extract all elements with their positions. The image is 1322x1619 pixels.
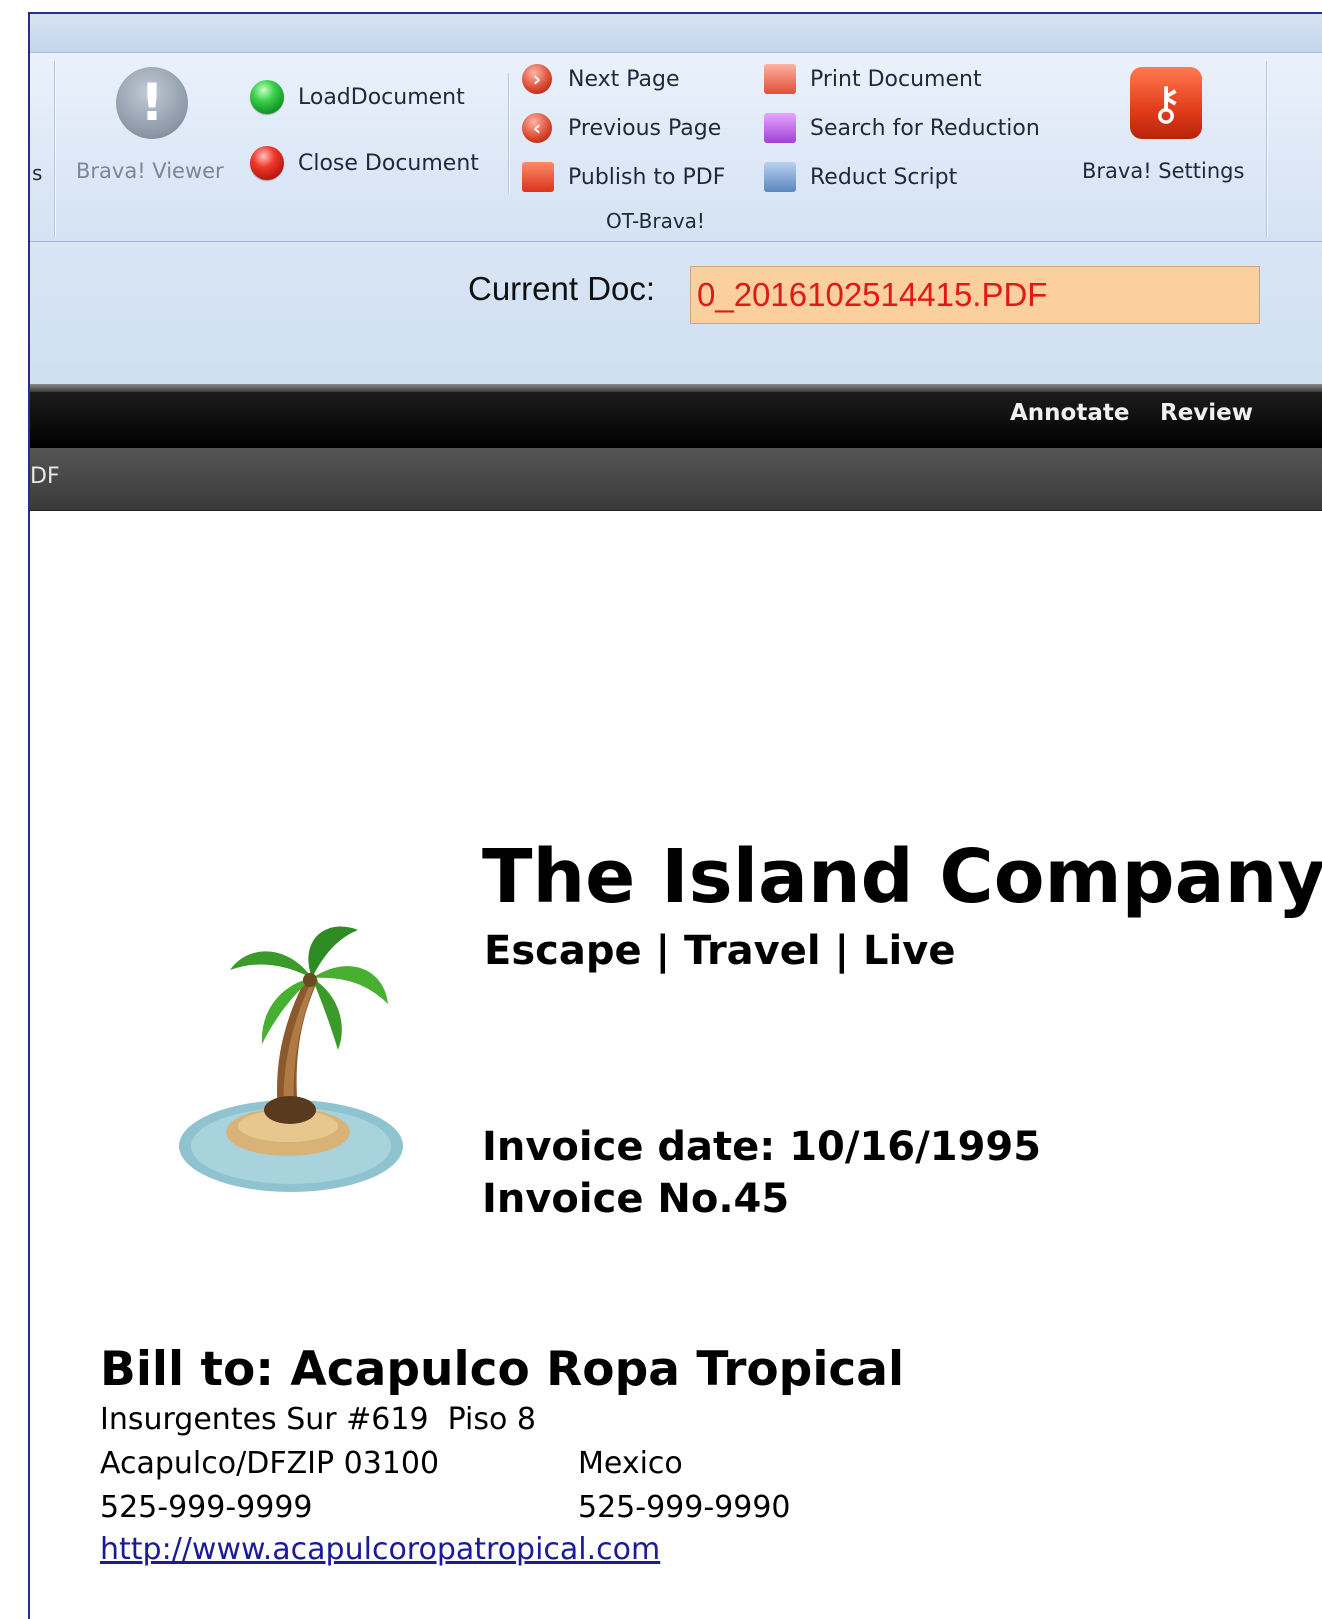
previous-page-button[interactable]: ‹ Previous Page (520, 110, 721, 146)
invoice-date: Invoice date: 10/16/1995 (482, 1124, 1042, 1170)
brava-settings-button[interactable]: Brava! Settings (1082, 159, 1244, 183)
print-document-label: Print Document (810, 66, 982, 92)
menu-review[interactable]: Review (1160, 400, 1253, 426)
current-doc-field[interactable]: 0_2016102514415.PDF (690, 266, 1260, 324)
search-for-reduction-button[interactable]: Search for Reduction (762, 110, 1040, 146)
load-document-button[interactable]: LoadDocument (250, 79, 465, 115)
search-for-reduction-label: Search for Reduction (810, 115, 1040, 141)
bill-to-heading: Bill to: Acapulco Ropa Tropical (100, 1342, 905, 1397)
close-document-button[interactable]: Close Document (250, 145, 479, 181)
previous-page-label: Previous Page (568, 115, 722, 141)
script-icon (762, 160, 796, 194)
next-page-button[interactable]: › Next Page (520, 61, 680, 97)
reduct-script-label: Reduct Script (810, 164, 958, 190)
address-line-2: Acapulco/DFZIP 03100 (100, 1446, 440, 1481)
exclamation-icon[interactable]: ! (116, 67, 188, 139)
viewer-tab-bar (30, 448, 1322, 511)
palm-tree-island-logo (179, 926, 403, 1192)
publish-to-pdf-label: Publish to PDF (568, 164, 726, 190)
ribbon-left-edge-text: s (32, 161, 43, 185)
close-document-label: Close Document (298, 150, 479, 176)
search-reduction-icon (762, 111, 796, 145)
ribbon: s ! Brava! Viewer LoadDocument Close Doc… (30, 53, 1322, 242)
print-icon (762, 62, 796, 96)
arrow-right-icon: › (520, 62, 554, 96)
ribbon-tab-strip (30, 14, 1322, 53)
document-tab[interactable]: DF (30, 464, 60, 489)
invoice-number: Invoice No.45 (482, 1176, 790, 1222)
menu-annotate[interactable]: Annotate (1010, 400, 1129, 426)
ribbon-separator (1266, 61, 1267, 237)
load-document-label: LoadDocument (298, 84, 465, 110)
next-page-label: Next Page (568, 66, 680, 92)
address-country: Mexico (578, 1446, 683, 1481)
print-document-button[interactable]: Print Document (762, 61, 982, 97)
publish-to-pdf-button[interactable]: Publish to PDF (520, 159, 725, 195)
red-ball-icon (250, 146, 284, 180)
ribbon-separator (54, 61, 55, 237)
reduct-script-button[interactable]: Reduct Script (762, 159, 957, 195)
address-line-1: Insurgentes Sur #619 Piso 8 (100, 1402, 536, 1437)
brava-viewer-button[interactable]: Brava! Viewer (76, 159, 224, 183)
company-tagline: Escape | Travel | Live (484, 928, 956, 974)
current-doc-label: Current Doc: (468, 270, 656, 307)
ribbon-separator (508, 73, 509, 193)
arrow-left-icon: ‹ (520, 111, 554, 145)
fax-number: 525-999-9990 (578, 1490, 791, 1525)
website-link[interactable]: http://www.acapulcoropatropical.com (100, 1532, 660, 1567)
pdf-icon (520, 160, 554, 194)
company-name: The Island Company (482, 834, 1322, 920)
key-icon[interactable]: ⚷ (1130, 67, 1202, 139)
ribbon-group-label: OT-Brava! (606, 209, 705, 233)
phone-number: 525-999-9999 (100, 1490, 313, 1525)
application-window: s ! Brava! Viewer LoadDocument Close Doc… (28, 12, 1322, 1619)
green-ball-icon (250, 80, 284, 114)
toolbar-divider (30, 384, 1322, 392)
